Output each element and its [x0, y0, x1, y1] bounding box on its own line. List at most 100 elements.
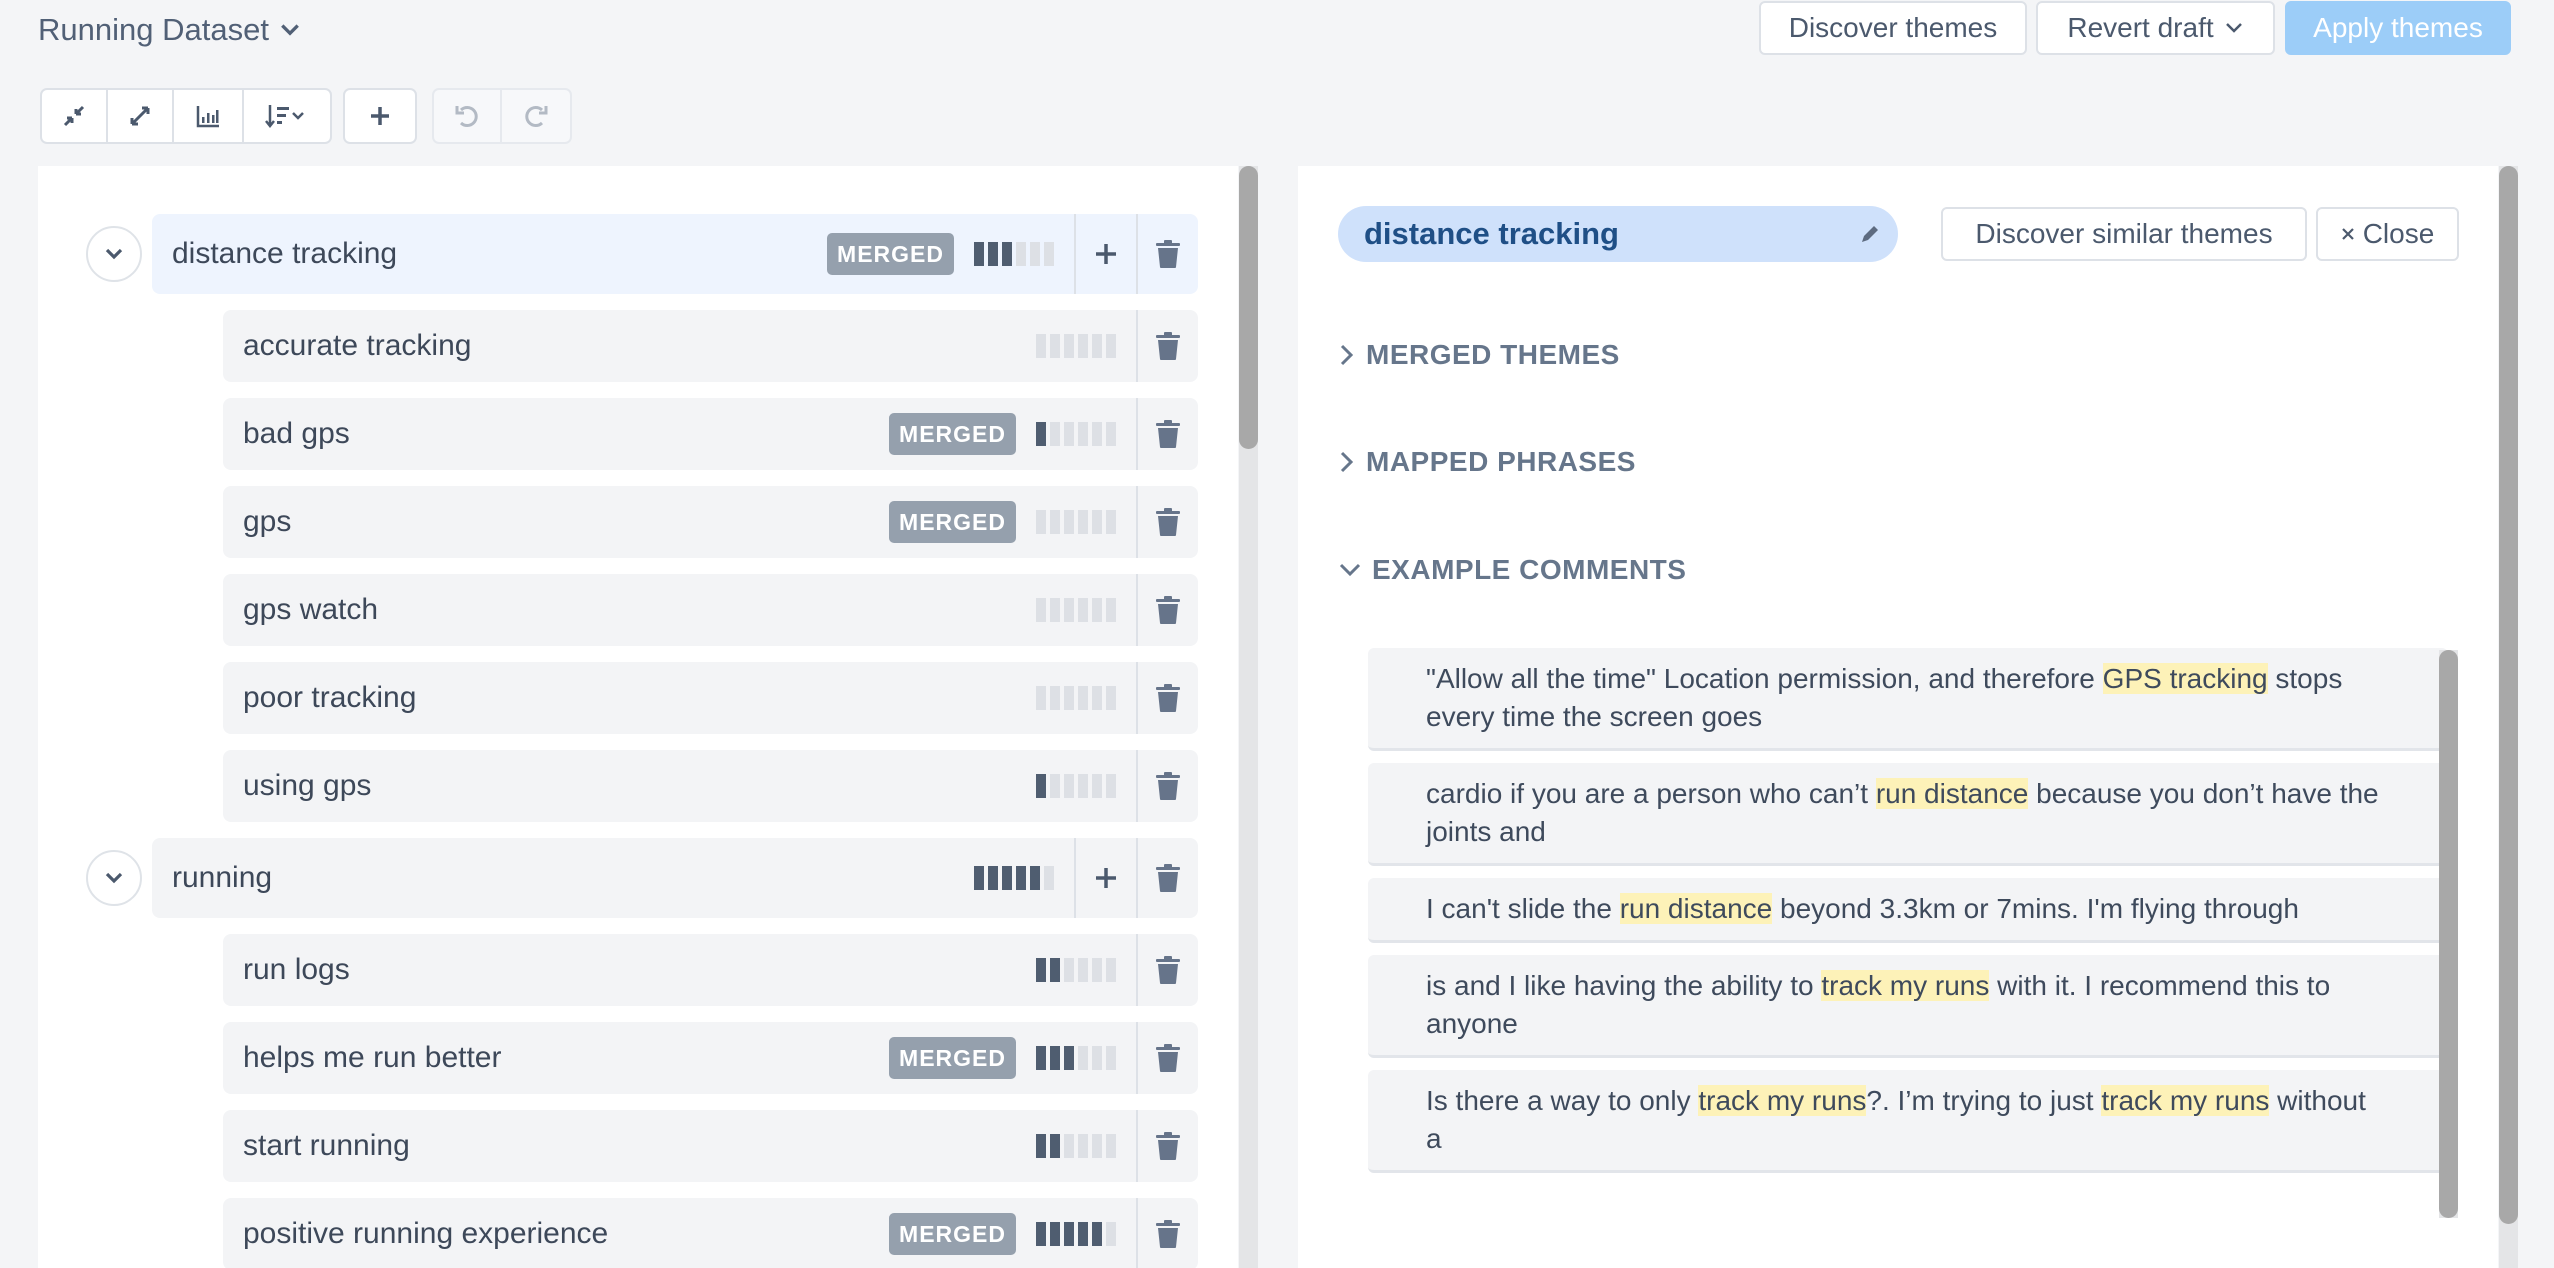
plus-icon [371, 107, 389, 125]
strength-bar [1106, 958, 1116, 982]
chevron-down-icon [1339, 563, 1361, 577]
strength-bar [1092, 598, 1102, 622]
delete-subtheme-button[interactable] [1136, 1022, 1198, 1094]
comments-scrollbar-thumb[interactable] [2439, 650, 2458, 1218]
chevron-right-icon [1340, 344, 1354, 366]
strength-bar [1092, 1046, 1102, 1070]
revert-draft-button[interactable]: Revert draft [2036, 1, 2275, 55]
strength-bar [1064, 1046, 1074, 1070]
strength-bar [1078, 510, 1088, 534]
add-subtheme-button[interactable] [1074, 838, 1136, 918]
theme-name-field[interactable]: distance tracking [1338, 206, 1898, 262]
discover-themes-label: Discover themes [1788, 12, 1998, 43]
strength-bar [1050, 686, 1060, 710]
subtheme-row[interactable]: accurate tracking [223, 310, 1198, 382]
section-example-comments[interactable]: EXAMPLE COMMENTS [1338, 554, 1686, 586]
strength-meter [1036, 1134, 1116, 1158]
discover-similar-themes-button[interactable]: Discover similar themes [1941, 207, 2307, 261]
close-label: Close [2362, 218, 2435, 249]
subtheme-row[interactable]: run logs [223, 934, 1198, 1006]
strength-meter [974, 242, 1054, 266]
tree-scrollbar[interactable] [1239, 166, 1258, 1268]
delete-theme-button[interactable] [1136, 838, 1198, 918]
expand-all-button[interactable] [108, 90, 174, 142]
strength-bar [1064, 510, 1074, 534]
add-subtheme-button[interactable] [1074, 214, 1136, 294]
subtheme-row[interactable]: bad gps MERGED [223, 398, 1198, 470]
subtheme-label: helps me run better [243, 1041, 502, 1074]
detail-scrollbar[interactable] [2499, 166, 2518, 1268]
trash-icon [1156, 420, 1180, 448]
strength-bar [974, 866, 984, 890]
group-toggle[interactable] [86, 850, 142, 906]
delete-subtheme-button[interactable] [1136, 750, 1198, 822]
discover-themes-button[interactable]: Discover themes [1759, 1, 2027, 55]
comment-text: ?. I’m trying to just [1866, 1085, 2102, 1116]
strength-bar [1078, 422, 1088, 446]
strength-bar [1036, 1134, 1046, 1158]
apply-themes-button[interactable]: Apply themes [2285, 1, 2511, 55]
delete-subtheme-button[interactable] [1136, 662, 1198, 734]
comment-text: "Allow all the time" Location permission… [1426, 663, 2103, 694]
delete-subtheme-button[interactable] [1136, 310, 1198, 382]
trash-icon [1156, 684, 1180, 712]
subtheme-label: positive running experience [243, 1217, 609, 1250]
add-theme-button[interactable] [345, 90, 415, 142]
strength-bar [1078, 958, 1088, 982]
subtheme-row[interactable]: helps me run better MERGED [223, 1022, 1198, 1094]
close-icon [2341, 228, 2354, 240]
section-mapped-phrases[interactable]: MAPPED PHRASES [1338, 446, 1636, 478]
chevron-right-icon [1340, 451, 1354, 473]
subtheme-row[interactable]: gps MERGED [223, 486, 1198, 558]
strength-bar [1078, 774, 1088, 798]
subtheme-row[interactable]: start running [223, 1110, 1198, 1182]
strength-bar [1092, 1222, 1102, 1246]
theme-label: running [172, 861, 273, 894]
detail-scrollbar-thumb[interactable] [2499, 166, 2518, 1224]
highlighted-phrase: run distance [1875, 778, 2029, 809]
collapse-all-button[interactable] [42, 90, 108, 142]
strength-bar [1030, 242, 1040, 266]
edit-theme-name-button[interactable] [1842, 206, 1898, 262]
example-comment: is and I like having the ability to trac… [1368, 955, 2448, 1058]
tree-scrollbar-thumb[interactable] [1239, 166, 1258, 449]
strength-bar [1092, 510, 1102, 534]
delete-subtheme-button[interactable] [1136, 1198, 1198, 1268]
merged-badge: MERGED [889, 1037, 1016, 1079]
strength-bar [1030, 866, 1040, 890]
theme-group-row[interactable]: running [152, 838, 1198, 918]
comments-scrollbar[interactable] [2439, 650, 2458, 1218]
delete-subtheme-button[interactable] [1136, 574, 1198, 646]
trash-icon [1156, 332, 1180, 360]
delete-subtheme-button[interactable] [1136, 398, 1198, 470]
strength-bar [1106, 1222, 1116, 1246]
delete-subtheme-button[interactable] [1136, 1110, 1198, 1182]
strength-bar [988, 242, 998, 266]
redo-button[interactable] [502, 90, 570, 142]
delete-theme-button[interactable] [1136, 214, 1198, 294]
strength-bar [1036, 774, 1046, 798]
undo-button[interactable] [434, 90, 502, 142]
delete-subtheme-button[interactable] [1136, 486, 1198, 558]
dataset-selector[interactable]: Running Dataset [38, 8, 301, 52]
subtheme-row[interactable]: poor tracking [223, 662, 1198, 734]
chart-view-button[interactable] [174, 90, 244, 142]
comment-text: is and I like having the ability to [1426, 970, 1822, 1001]
subtheme-row[interactable]: using gps [223, 750, 1198, 822]
strength-bar [1050, 598, 1060, 622]
section-merged-themes[interactable]: MERGED THEMES [1338, 339, 1620, 371]
sort-button[interactable] [244, 90, 330, 142]
group-toggle[interactable] [86, 226, 142, 282]
strength-bar [1106, 510, 1116, 534]
subtheme-row[interactable]: gps watch [223, 574, 1198, 646]
add-group [343, 88, 417, 144]
highlighted-phrase: track my runs [2101, 1085, 2270, 1116]
plus-icon [1096, 868, 1116, 888]
example-comments-list: "Allow all the time" Location permission… [1368, 648, 2448, 1218]
delete-subtheme-button[interactable] [1136, 934, 1198, 1006]
strength-bar [1106, 334, 1116, 358]
close-button[interactable]: Close [2316, 207, 2459, 261]
theme-group-row[interactable]: distance tracking MERGED [152, 214, 1198, 294]
highlighted-phrase: track my runs [1698, 1085, 1867, 1116]
subtheme-row[interactable]: positive running experience MERGED [223, 1198, 1198, 1268]
